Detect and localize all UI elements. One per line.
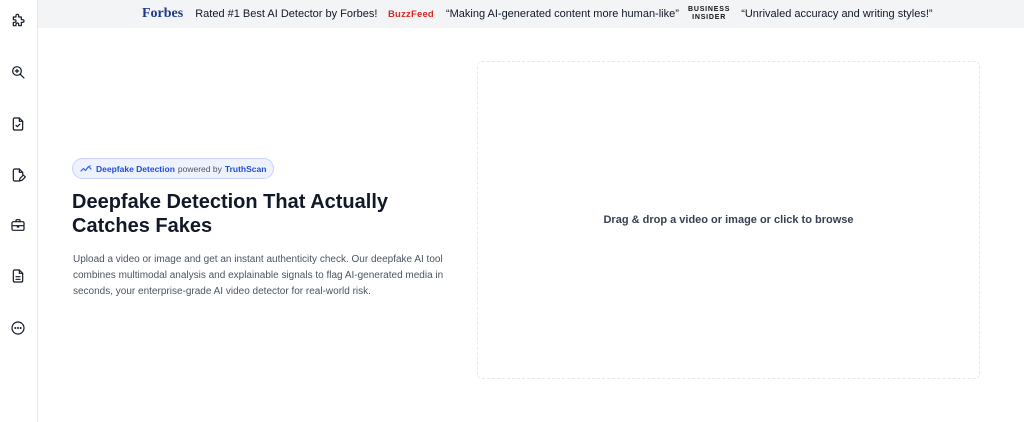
sidebar-item-doc-text[interactable] xyxy=(7,265,29,287)
press-item-business-insider: BUSINESS INSIDER “Unrivaled accuracy and… xyxy=(688,0,933,28)
press-quote: “Making AI-generated content more human-… xyxy=(445,8,679,20)
press-item-buzzfeed: BuzzFeed “Making AI-generated content mo… xyxy=(388,0,679,28)
sidebar-item-puzzle[interactable] xyxy=(7,10,29,32)
document-edit-icon xyxy=(12,168,26,182)
waveform-icon xyxy=(80,164,92,172)
press-quote: “Unrivaled accuracy and writing styles!” xyxy=(741,8,933,20)
page-title: Deepfake Detection That Actually Catches… xyxy=(72,191,389,237)
buzzfeed-logo: BuzzFeed xyxy=(388,8,434,20)
briefcase-icon xyxy=(11,219,25,231)
document-check-icon xyxy=(12,117,24,131)
sidebar-item-doc-check[interactable] xyxy=(7,113,29,135)
more-icon xyxy=(11,321,25,335)
press-quote: Rated #1 Best AI Detector by Forbes! xyxy=(195,8,378,20)
hero-description: Upload a video or image and get an insta… xyxy=(73,254,444,297)
document-text-icon xyxy=(12,269,24,283)
sidebar xyxy=(0,0,38,422)
press-bar: Forbes Rated #1 Best AI Detector by Forb… xyxy=(38,0,1024,28)
badge-powered-by: powered by xyxy=(177,163,222,174)
sidebar-item-zoom[interactable] xyxy=(7,61,29,83)
upload-dropzone[interactable]: Drag & drop a video or image or click to… xyxy=(477,61,980,379)
sidebar-item-doc-edit[interactable] xyxy=(7,164,29,186)
dropzone-label: Drag & drop a video or image or click to… xyxy=(603,214,854,226)
badge-brand: TruthScan xyxy=(224,163,267,174)
search-zoom-icon xyxy=(12,66,25,79)
forbes-logo: Forbes xyxy=(142,6,184,21)
puzzle-icon xyxy=(12,13,25,27)
sidebar-item-briefcase[interactable] xyxy=(7,214,29,236)
badge-feature: Deepfake Detection xyxy=(96,163,175,174)
press-item-forbes: Forbes Rated #1 Best AI Detector by Forb… xyxy=(142,0,377,28)
business-insider-logo: BUSINESS INSIDER xyxy=(688,6,731,21)
sidebar-item-more[interactable] xyxy=(7,317,29,339)
product-badge: Deepfake Detection powered by TruthScan xyxy=(72,158,274,179)
